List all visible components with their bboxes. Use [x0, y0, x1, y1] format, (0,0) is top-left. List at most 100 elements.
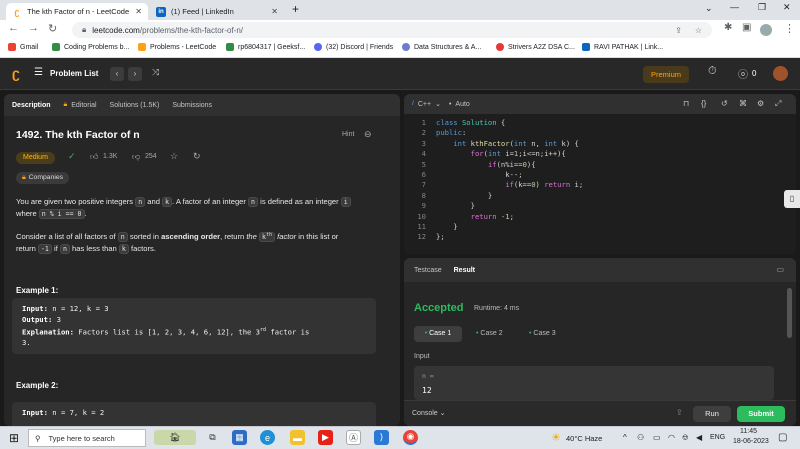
code-line[interactable]: 3 int kthFactor(int n, int k) {: [404, 139, 796, 149]
taskbar-search-input[interactable]: ⚲ Type here to search: [28, 429, 146, 447]
code-line[interactable]: 10 return -1;: [404, 212, 796, 222]
forward-icon[interactable]: →: [28, 22, 39, 34]
reset-icon[interactable]: ↺: [721, 99, 728, 108]
code-line[interactable]: 12};: [404, 232, 796, 242]
sidepanel-icon[interactable]: ▣: [742, 22, 751, 33]
gear-icon[interactable]: ⚙: [757, 99, 764, 108]
case-2-button[interactable]: • Case 2: [476, 326, 503, 342]
profile-avatar[interactable]: [760, 24, 772, 36]
settings-icon[interactable]: ⊖: [364, 129, 372, 140]
case-1-button[interactable]: • Case 1: [414, 326, 462, 342]
bookmark-data-structures[interactable]: Data Structures & A...: [402, 43, 481, 51]
shortcut-icon[interactable]: ⌘: [739, 99, 747, 108]
back-icon[interactable]: ←: [8, 22, 19, 34]
like-icon[interactable]: 👍︎: [90, 152, 98, 162]
tab-result[interactable]: Result: [454, 267, 475, 274]
tab-editorial[interactable]: 🔒︎ Editorial: [64, 101, 97, 109]
notification-icon[interactable]: ▢: [778, 432, 787, 443]
tab-submissions[interactable]: Submissions: [172, 102, 212, 109]
companies-tag[interactable]: 🔒︎ Companies: [16, 172, 70, 184]
bookmark-star-icon[interactable]: ☆: [695, 26, 702, 35]
prev-problem-button[interactable]: ‹: [110, 67, 124, 81]
console-toggle[interactable]: Console ⌄: [412, 409, 446, 417]
minimize-icon[interactable]: —: [730, 2, 739, 12]
code-line[interactable]: 5 if(n%i==0){: [404, 160, 796, 170]
task-view-icon[interactable]: ⧉: [205, 430, 220, 445]
bookmark-icon[interactable]: ⊓: [683, 99, 689, 108]
volume-icon[interactable]: ◀: [696, 433, 702, 442]
streak-icon[interactable]: ⓞ: [738, 66, 748, 81]
news-widget-icon[interactable]: 🏠︎: [154, 430, 196, 445]
code-line[interactable]: 6 k--;: [404, 170, 796, 180]
next-problem-button[interactable]: ›: [128, 67, 142, 81]
problem-list-link[interactable]: Problem List: [50, 69, 98, 78]
network-icon[interactable]: ⚇: [637, 433, 644, 442]
chrome-icon[interactable]: ◉: [403, 430, 418, 445]
windows-start-icon[interactable]: ⊞: [9, 431, 19, 445]
vscode-icon[interactable]: ⟩: [374, 430, 389, 445]
hint-button[interactable]: Hint: [342, 131, 354, 138]
submit-button[interactable]: Submit: [737, 406, 785, 422]
file-explorer-icon[interactable]: ▬: [290, 430, 305, 445]
close-tab-icon[interactable]: ✕: [271, 7, 278, 16]
auto-mode[interactable]: Auto: [455, 101, 469, 108]
shuffle-icon[interactable]: ⤨: [152, 67, 159, 78]
feedback-tab-icon[interactable]: ▯: [784, 190, 800, 208]
browser-menu-icon[interactable]: ⋮: [784, 22, 795, 35]
code-line[interactable]: 2 public:: [404, 128, 796, 138]
new-tab-button[interactable]: +: [292, 2, 299, 16]
close-tab-icon[interactable]: ✕: [135, 7, 142, 16]
run-button[interactable]: Run: [693, 406, 731, 422]
battery-icon[interactable]: ▭: [653, 433, 661, 442]
bookmark-linkedin[interactable]: RAVI PATHAK | Link...: [582, 43, 663, 51]
extensions-icon[interactable]: ✱: [724, 22, 732, 33]
code-line[interactable]: 4 for(int i=1;i<=n;i++){: [404, 149, 796, 159]
code-line[interactable]: 9 }: [404, 201, 796, 211]
share-icon[interactable]: ↻: [193, 151, 201, 162]
bookmark-coding-problems[interactable]: Coding Problems b...: [52, 43, 129, 51]
clock-time[interactable]: 11:45: [740, 428, 757, 435]
tab-leetcode[interactable]: ʗ The kth Factor of n - LeetCode ✕: [6, 3, 148, 20]
tab-linkedin[interactable]: in (1) Feed | LinkedIn ✕: [150, 3, 284, 20]
code-line[interactable]: 1 class Solution {: [404, 118, 796, 128]
bookmark-leetcode[interactable]: Problems - LeetCode: [138, 43, 216, 51]
reload-icon[interactable]: ↻: [48, 22, 57, 35]
url-field[interactable]: 🔒︎ leetcode.com/problems/the-kth-factor-…: [72, 22, 712, 38]
language-select[interactable]: C++: [418, 101, 431, 108]
tray-chevron-icon[interactable]: ^: [623, 433, 627, 442]
tab-solutions[interactable]: Solutions (1.5K): [110, 102, 160, 109]
code-line[interactable]: 7 if(k==0) return i;: [404, 180, 796, 190]
mic-icon[interactable]: ⎊: [682, 433, 688, 443]
user-avatar[interactable]: [773, 66, 788, 81]
upload-icon[interactable]: ⇪: [676, 408, 683, 417]
edge-icon[interactable]: e: [260, 430, 275, 445]
favorite-star-icon[interactable]: ☆: [170, 151, 178, 162]
tab-description[interactable]: Description: [12, 102, 51, 109]
bookmark-geeksforgeeks[interactable]: rp6804317 | Geeksf...: [226, 43, 305, 51]
panel-toggle-icon[interactable]: ▭: [776, 265, 784, 274]
youtube-icon[interactable]: ▶: [318, 430, 333, 445]
weather-text[interactable]: 40°C Haze: [566, 434, 602, 443]
tab-testcase[interactable]: Testcase: [414, 267, 442, 274]
close-window-icon[interactable]: ✕: [783, 2, 791, 13]
language-indicator[interactable]: ENG: [710, 434, 725, 441]
bookmark-gmail[interactable]: Gmail: [8, 43, 38, 51]
timer-icon[interactable]: ⏱: [708, 65, 717, 78]
case-3-button[interactable]: • Case 3: [529, 326, 556, 342]
store-icon[interactable]: ▦: [232, 430, 247, 445]
clock-date[interactable]: 18-06-2023: [733, 438, 769, 445]
premium-button[interactable]: Premium: [643, 66, 689, 83]
app-icon[interactable]: Ⓐ: [346, 430, 361, 445]
share-icon[interactable]: ⇪: [675, 26, 682, 35]
bookmark-discord[interactable]: (32) Discord | Friends: [314, 43, 393, 51]
restore-icon[interactable]: ❐: [758, 2, 766, 13]
code-line[interactable]: 8 }: [404, 191, 796, 201]
dislike-icon[interactable]: 👎︎: [132, 152, 140, 162]
code-line[interactable]: 11 }: [404, 222, 796, 232]
bookmark-strivers[interactable]: Strivers A2Z DSA C...: [496, 43, 575, 51]
leetcode-logo-icon[interactable]: ʗ: [12, 65, 20, 81]
wifi-icon[interactable]: ◠: [668, 433, 675, 442]
braces-icon[interactable]: {}: [701, 99, 706, 108]
expand-icon[interactable]: ⤢: [775, 99, 781, 109]
result-scrollbar[interactable]: [787, 288, 792, 338]
